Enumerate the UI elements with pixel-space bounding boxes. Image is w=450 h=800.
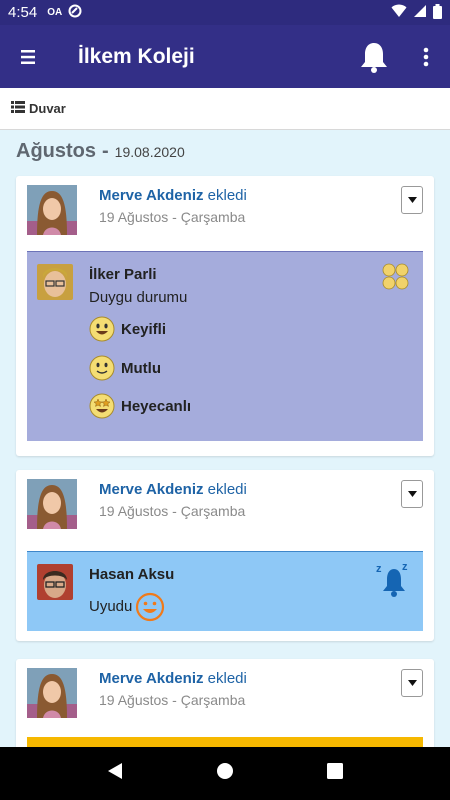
home-button[interactable] <box>216 762 234 785</box>
status-time: 4:54 <box>8 4 38 21</box>
child-name: İlker Parli <box>89 266 157 283</box>
author-line: Merve Akdeniz ekledi <box>99 187 247 204</box>
mood-label: Mutlu <box>121 359 161 377</box>
oa-icon: OA <box>47 7 63 18</box>
date-header-month: Ağustos <box>16 140 96 162</box>
child-avatar[interactable] <box>37 564 73 600</box>
post-date: 19 Ağustos - Çarşamba <box>99 503 246 519</box>
author-name-link[interactable]: Merve Akdeniz <box>99 481 203 498</box>
author-avatar[interactable] <box>27 185 77 235</box>
date-header-separator: - <box>102 140 109 162</box>
battery-icon <box>433 3 442 22</box>
mood-label: Keyifli <box>121 320 167 338</box>
caret-down-icon <box>407 680 417 686</box>
back-icon <box>107 763 122 779</box>
panel-subtitle: Duygu durumu <box>89 289 188 306</box>
mood-panel: İlker Parli Duygu durumu Keyifli Mutlu H… <box>27 251 423 441</box>
sleep-smile-icon <box>135 592 165 627</box>
recents-icon <box>327 763 344 779</box>
author-line: Merve Akdeniz ekledi <box>99 481 247 498</box>
post-card: Merve Akdeniz ekledi 19 Ağustos - Çarşam… <box>16 176 434 456</box>
mood-item: Keyifli <box>89 316 166 342</box>
status-bar: 4:54 OA <box>0 0 450 25</box>
post-card: Merve Akdeniz ekledi 19 Ağustos - Çarşam… <box>16 659 434 759</box>
post-date: 19 Ağustos - Çarşamba <box>99 692 246 708</box>
mood-item: Heyecanlı <box>89 393 191 419</box>
menu-icon <box>21 49 35 64</box>
svg-text:z: z <box>376 563 382 575</box>
tab-bar: Duvar <box>0 88 450 130</box>
mood-category-icon <box>381 262 411 297</box>
wifi-icon <box>391 4 407 21</box>
author-name-link[interactable]: Merve Akdeniz <box>99 187 203 204</box>
app-bar: İlkem Koleji <box>0 25 450 88</box>
author-avatar[interactable] <box>27 479 77 529</box>
mood-label: Heyecanlı <box>121 397 192 415</box>
signal-icon <box>413 4 427 21</box>
app-title: İlkem Koleji <box>78 44 195 68</box>
post-menu-dropdown[interactable] <box>401 669 423 697</box>
date-header: Ağustos - 19.08.2020 <box>16 140 185 163</box>
notifications-button[interactable] <box>356 39 392 75</box>
star-eyes-face-icon <box>89 393 115 419</box>
child-name: Hasan Aksu <box>89 566 175 583</box>
recents-button[interactable] <box>327 763 344 784</box>
system-nav-bar <box>0 747 450 800</box>
bell-icon <box>361 43 387 73</box>
smile-face-icon <box>89 355 115 381</box>
mood-item: Mutlu <box>89 355 161 381</box>
author-action: ekledi <box>203 481 247 498</box>
home-icon <box>216 763 233 779</box>
author-avatar[interactable] <box>27 668 77 718</box>
sleep-bell-icon: z z <box>375 561 413 606</box>
sync-icon <box>68 4 82 21</box>
back-button[interactable] <box>107 762 123 785</box>
author-action: ekledi <box>203 187 247 204</box>
list-icon <box>11 100 25 118</box>
child-avatar[interactable] <box>37 264 73 300</box>
sleep-panel: Hasan Aksu Uyudu z z <box>27 551 423 631</box>
more-options-button[interactable] <box>410 39 442 75</box>
happy-face-icon <box>89 316 115 342</box>
author-name-link[interactable]: Merve Akdeniz <box>99 670 203 687</box>
date-header-date: 19.08.2020 <box>114 144 185 160</box>
post-menu-dropdown[interactable] <box>401 480 423 508</box>
tab-duvar[interactable]: Duvar <box>29 101 66 116</box>
post-menu-dropdown[interactable] <box>401 186 423 214</box>
author-action: ekledi <box>203 670 247 687</box>
svg-text:z: z <box>402 561 408 573</box>
author-line: Merve Akdeniz ekledi <box>99 670 247 687</box>
menu-button[interactable] <box>0 25 56 88</box>
caret-down-icon <box>407 491 417 497</box>
more-vert-icon <box>423 47 429 67</box>
post-date: 19 Ağustos - Çarşamba <box>99 209 246 225</box>
post-card: Merve Akdeniz ekledi 19 Ağustos - Çarşam… <box>16 470 434 641</box>
caret-down-icon <box>407 197 417 203</box>
panel-subtitle: Uyudu <box>89 598 133 615</box>
